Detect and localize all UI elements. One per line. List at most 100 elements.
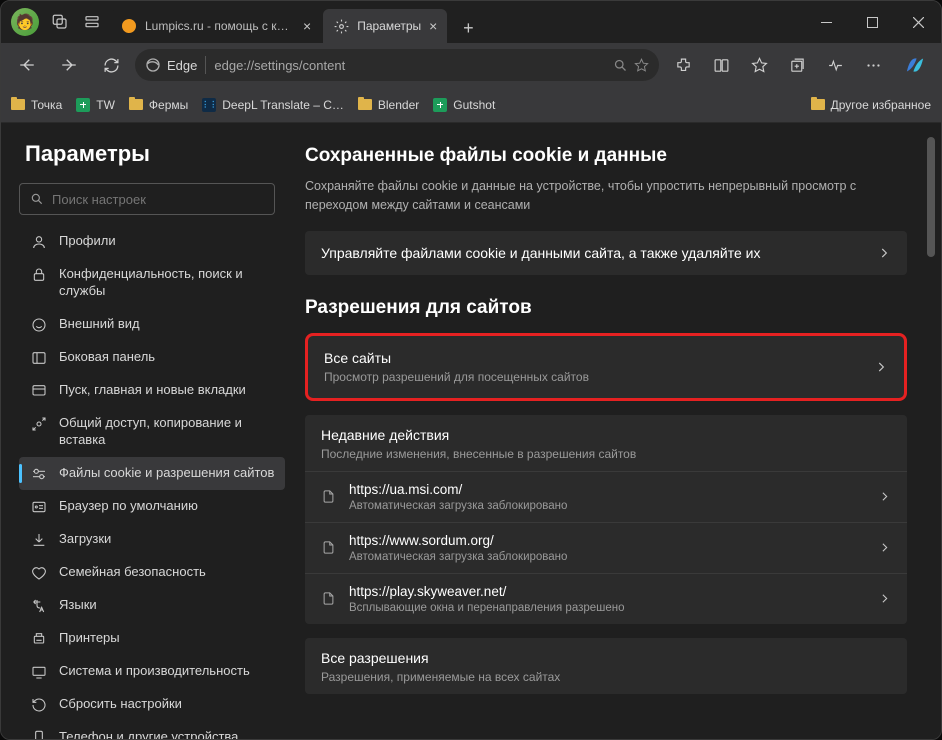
tab-title: Lumpics.ru - помощь с компьют: [145, 19, 295, 33]
forward-button[interactable]: [51, 47, 87, 83]
nav-icon: [31, 416, 47, 432]
page-icon: [321, 489, 337, 505]
recent-site-row[interactable]: https://play.skyweaver.net/Всплывающие о…: [305, 573, 907, 624]
chevron-right-icon: [874, 360, 888, 374]
section-title: Сохраненные файлы cookie и данные: [305, 145, 907, 167]
workspaces-icon[interactable]: [49, 11, 71, 33]
sheet-icon: [433, 98, 447, 112]
group-subtitle: Последние изменения, внесенные в разреше…: [321, 447, 891, 461]
site-url: https://ua.msi.com/: [349, 482, 866, 497]
sidebar-item[interactable]: Файлы cookie и разрешения сайтов: [19, 457, 285, 490]
scrollbar[interactable]: [927, 137, 935, 257]
sidebar-item-label: Телефон и другие устройства: [59, 729, 238, 739]
sidebar-item[interactable]: Внешний вид: [19, 308, 285, 341]
performance-icon[interactable]: [817, 47, 853, 83]
tabs-strip: Lumpics.ru - помощь с компьют × Параметр…: [111, 1, 483, 43]
close-icon[interactable]: ×: [429, 18, 437, 34]
bookmark-item[interactable]: Точка: [11, 98, 62, 112]
sidebar-item[interactable]: Загрузки: [19, 523, 285, 556]
toolbar: Edge edge://settings/content: [1, 43, 941, 87]
site-url: https://play.skyweaver.net/: [349, 584, 866, 599]
maximize-button[interactable]: [849, 3, 895, 41]
bookmarks-bar: Точка TW Фермы ⋮⋮DeepL Translate – C… Bl…: [1, 87, 941, 123]
sidebar-item-label: Файлы cookie и разрешения сайтов: [59, 465, 274, 482]
back-button[interactable]: [9, 47, 45, 83]
search-in-page-icon[interactable]: [613, 58, 628, 73]
tab-settings[interactable]: Параметры ×: [323, 9, 447, 43]
manage-cookies-row[interactable]: Управляйте файлами cookie и данными сайт…: [305, 231, 907, 275]
sidebar-item[interactable]: Принтеры: [19, 622, 285, 655]
bookmark-item[interactable]: Gutshot: [433, 98, 495, 112]
sidebar-item[interactable]: Профили: [19, 225, 285, 258]
sidebar-item-label: Принтеры: [59, 630, 120, 647]
nav-icon: [31, 664, 47, 680]
close-icon[interactable]: ×: [303, 18, 311, 34]
deepl-icon: ⋮⋮: [202, 98, 216, 112]
sheet-icon: [76, 98, 90, 112]
nav-icon: [31, 234, 47, 250]
content-area: Параметры ПрофилиКонфиденциальность, пои…: [1, 123, 941, 739]
address-bar[interactable]: Edge edge://settings/content: [135, 49, 659, 81]
sidebar-item-label: Общий доступ, копирование и вставка: [59, 415, 275, 449]
search-settings-input[interactable]: [19, 183, 275, 215]
new-tab-button[interactable]: +: [453, 13, 483, 43]
nav-icon: [31, 383, 47, 399]
sidebar-item[interactable]: Сбросить настройки: [19, 688, 285, 721]
sidebar-item[interactable]: Браузер по умолчанию: [19, 490, 285, 523]
sidebar-item-label: Языки: [59, 597, 97, 614]
row-title: Управляйте файлами cookie и данными сайт…: [321, 245, 877, 261]
sidebar-item[interactable]: Телефон и другие устройства: [19, 721, 285, 739]
sidebar-item[interactable]: Общий доступ, копирование и вставка: [19, 407, 285, 457]
group-title: Недавние действия: [321, 427, 891, 443]
favicon-icon: [121, 18, 137, 34]
favorite-icon[interactable]: [634, 58, 649, 73]
sidebar-item-label: Семейная безопасность: [59, 564, 206, 581]
section-title: Разрешения для сайтов: [305, 297, 907, 319]
nav-icon: [31, 350, 47, 366]
other-bookmarks[interactable]: Другое избранное: [811, 98, 931, 112]
sidebar-item[interactable]: Семейная безопасность: [19, 556, 285, 589]
nav-icon: [31, 466, 47, 482]
tab-title: Параметры: [357, 19, 421, 33]
tab-lumpics[interactable]: Lumpics.ru - помощь с компьют ×: [111, 9, 321, 43]
sidebar-item[interactable]: Пуск, главная и новые вкладки: [19, 374, 285, 407]
bookmark-item[interactable]: ⋮⋮DeepL Translate – C…: [202, 98, 344, 112]
tab-actions-icon[interactable]: [81, 11, 103, 33]
sidebar-item[interactable]: Конфиденциальность, поиск и службы: [19, 258, 285, 308]
copilot-button[interactable]: [897, 47, 933, 83]
sidebar-item[interactable]: Языки: [19, 589, 285, 622]
site-url: https://www.sordum.org/: [349, 533, 866, 548]
menu-icon[interactable]: [855, 47, 891, 83]
recent-site-row[interactable]: https://www.sordum.org/Автоматическая за…: [305, 522, 907, 573]
bookmark-item[interactable]: TW: [76, 98, 115, 112]
extensions-icon[interactable]: [665, 47, 701, 83]
bookmark-item[interactable]: Blender: [358, 98, 419, 112]
recent-site-row[interactable]: https://ua.msi.com/Автоматическая загруз…: [305, 471, 907, 522]
address-chip-label: Edge: [167, 58, 197, 73]
favorites-icon[interactable]: [741, 47, 777, 83]
edge-icon: [145, 57, 161, 73]
all-sites-row[interactable]: Все сайты Просмотр разрешений для посеще…: [305, 333, 907, 401]
settings-main: Сохраненные файлы cookie и данные Сохран…: [291, 123, 941, 739]
minimize-button[interactable]: [803, 3, 849, 41]
sidebar-item[interactable]: Боковая панель: [19, 341, 285, 374]
search-field[interactable]: [52, 192, 264, 207]
page-icon: [321, 591, 337, 607]
titlebar: 🧑 Lumpics.ru - помощь с компьют × Параме…: [1, 1, 941, 43]
settings-sidebar: Параметры ПрофилиКонфиденциальность, пои…: [1, 123, 291, 739]
split-screen-icon[interactable]: [703, 47, 739, 83]
sidebar-item[interactable]: Система и производительность: [19, 655, 285, 688]
folder-icon: [11, 99, 25, 110]
nav-icon: [31, 317, 47, 333]
bookmark-item[interactable]: Фермы: [129, 98, 188, 112]
refresh-button[interactable]: [93, 47, 129, 83]
group-title: Все разрешения: [321, 650, 891, 666]
chevron-right-icon: [878, 541, 891, 554]
close-window-button[interactable]: [895, 3, 941, 41]
chevron-right-icon: [877, 246, 891, 260]
profile-avatar[interactable]: 🧑: [11, 8, 39, 36]
collections-icon[interactable]: [779, 47, 815, 83]
sidebar-item-label: Система и производительность: [59, 663, 250, 680]
sidebar-item-label: Боковая панель: [59, 349, 155, 366]
row-title: Все сайты: [324, 350, 874, 366]
